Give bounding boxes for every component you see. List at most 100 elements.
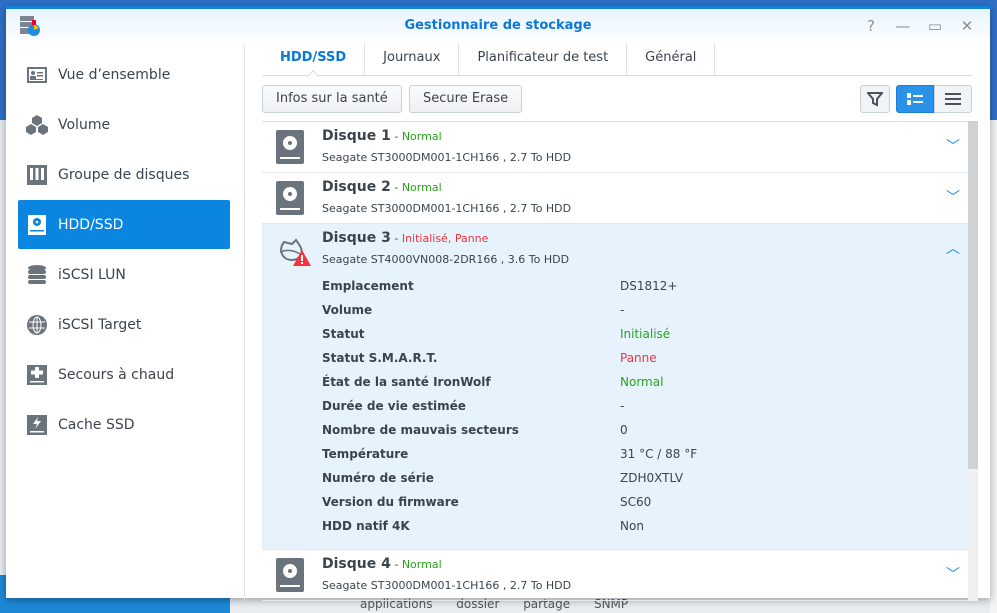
- close-button[interactable]: ✕: [958, 17, 976, 35]
- sidebar-item-label: HDD/SSD: [58, 216, 124, 233]
- sidebar-item-hot-spare[interactable]: Secours à chaud: [18, 350, 230, 399]
- detail-label: HDD natif 4K: [322, 519, 410, 533]
- tab-test-scheduler[interactable]: Planificateur de test: [459, 43, 628, 75]
- filter-button[interactable]: [860, 85, 890, 113]
- sidebar-item-label: iSCSI LUN: [58, 266, 126, 283]
- detail-label: État de la santé IronWolf: [322, 375, 491, 389]
- detail-value: Panne: [620, 351, 657, 365]
- detail-label: Statut S.M.A.R.T.: [322, 351, 438, 365]
- detail-row: Numéro de série ZDH0XTLV: [322, 471, 683, 485]
- disk-name: Disque 1: [322, 128, 391, 144]
- tab-general[interactable]: Général: [627, 43, 716, 75]
- detail-row: État de la santé IronWolf Normal: [322, 375, 663, 389]
- detail-row: Volume -: [322, 303, 624, 317]
- disk-list: Disque 1 - Normal Seagate ST3000DM001-1C…: [262, 121, 968, 601]
- sidebar-item-label: Secours à chaud: [58, 366, 175, 383]
- window-title: Gestionnaire de stockage: [404, 18, 592, 33]
- disk-row[interactable]: Disque 1 - Normal Seagate ST3000DM001-1C…: [262, 122, 968, 173]
- detail-row: Version du firmware SC60: [322, 495, 651, 509]
- sidebar-item-label: Vue d’ensemble: [58, 66, 171, 83]
- chevron-down-icon[interactable]: ﹀: [946, 136, 960, 156]
- sidebar-item-label: Groupe de disques: [58, 166, 190, 183]
- detail-value: -: [620, 303, 625, 317]
- disk-status: Normal: [401, 181, 442, 194]
- detail-row: Statut Initialisé: [322, 327, 670, 341]
- chevron-down-icon[interactable]: ﹀: [946, 187, 960, 207]
- sidebar-item-hdd-ssd[interactable]: HDD/SSD: [18, 200, 230, 249]
- hdd-icon: [28, 214, 46, 235]
- scrollbar-thumb[interactable]: [968, 121, 978, 469]
- desktop-background-right: [990, 120, 997, 613]
- sidebar-item-volume[interactable]: Volume: [18, 100, 230, 149]
- disk-model: Seagate ST3000DM001-1CH166 , 2.7 To HDD: [322, 579, 572, 592]
- sidebar: Vue d’ensemble Volume Groupe de disques …: [6, 45, 245, 601]
- tab-logs[interactable]: Journaux: [365, 43, 460, 75]
- sidebar-item-label: iSCSI Target: [58, 316, 142, 333]
- minimize-button[interactable]: —: [894, 17, 912, 35]
- seagate-warning-icon: [279, 238, 311, 266]
- disk-row[interactable]: Disque 4 - Normal Seagate ST3000DM001-1C…: [262, 550, 968, 601]
- detail-label: Volume: [322, 303, 373, 317]
- title-bar[interactable]: Gestionnaire de stockage ? — ▭ ✕: [6, 9, 990, 45]
- detail-value: Initialisé: [620, 327, 671, 341]
- compact-view-button[interactable]: [934, 85, 972, 113]
- sidebar-item-iscsi-target[interactable]: iSCSI Target: [18, 300, 230, 349]
- detail-label: Température: [322, 447, 409, 461]
- detail-label: Durée de vie estimée: [322, 399, 466, 413]
- detail-row: Température 31 °C / 88 °F: [322, 447, 697, 461]
- sidebar-item-iscsi-lun[interactable]: iSCSI LUN: [18, 250, 230, 299]
- detail-value: Normal: [620, 375, 664, 389]
- disk-row[interactable]: Disque 2 - Normal Seagate ST3000DM001-1C…: [262, 173, 968, 224]
- chevron-down-icon[interactable]: ﹀: [946, 564, 960, 584]
- detail-value: DS1812+: [620, 279, 678, 293]
- detail-row: Statut S.M.A.R.T. Panne: [322, 351, 657, 365]
- ssd-cache-icon: [27, 414, 47, 435]
- hdd-icon: [276, 130, 304, 164]
- globe-icon: [27, 314, 47, 335]
- tab-bar: HDD/SSD Journaux Planificateur de test G…: [262, 43, 972, 76]
- maximize-button[interactable]: ▭: [926, 17, 944, 35]
- secure-erase-button[interactable]: Secure Erase: [409, 85, 523, 113]
- hot-spare-icon: [27, 364, 47, 385]
- detail-label: Emplacement: [322, 279, 414, 293]
- chevron-up-icon[interactable]: ︿: [946, 238, 960, 258]
- detail-label: Numéro de série: [322, 471, 434, 485]
- hdd-icon: [276, 181, 304, 215]
- detail-label: Statut: [322, 327, 365, 341]
- detail-row: Emplacement DS1812+: [322, 279, 677, 293]
- disk-model: Seagate ST3000DM001-1CH166 , 2.7 To HDD: [322, 202, 572, 215]
- disk-model: Seagate ST4000VN008-2DR166 , 3.6 To HDD: [322, 253, 570, 266]
- health-info-button[interactable]: Infos sur la santé: [262, 85, 402, 113]
- sidebar-item-label: Volume: [58, 116, 111, 133]
- detail-label: Nombre de mauvais secteurs: [322, 423, 519, 437]
- filter-icon: [867, 92, 883, 107]
- disk-status: Normal: [401, 558, 442, 571]
- disk-name: Disque 4: [322, 556, 391, 572]
- detail-value: 31 °C / 88 °F: [620, 447, 698, 461]
- help-button[interactable]: ?: [862, 17, 880, 35]
- detail-list-icon: [907, 93, 923, 105]
- detail-view-button[interactable]: [896, 85, 934, 113]
- overview-icon: [27, 66, 47, 83]
- scrollbar[interactable]: [968, 121, 978, 601]
- disk-status: Normal: [401, 130, 442, 143]
- detail-value: -: [620, 399, 625, 413]
- disk-row-expanded[interactable]: Disque 3 - Initialisé, Panne Seagate ST4…: [262, 224, 968, 550]
- hdd-icon: [276, 558, 304, 592]
- cubes-icon: [26, 114, 48, 135]
- detail-row: HDD natif 4K Non: [322, 519, 644, 533]
- list-icon: [945, 93, 961, 105]
- sidebar-item-overview[interactable]: Vue d’ensemble: [18, 50, 230, 99]
- detail-row: Durée de vie estimée -: [322, 399, 624, 413]
- storage-manager-window: Gestionnaire de stockage ? — ▭ ✕ Vue d’e…: [6, 6, 990, 601]
- disk-model: Seagate ST3000DM001-1CH166 , 2.7 To HDD: [322, 151, 572, 164]
- sidebar-item-ssd-cache[interactable]: Cache SSD: [18, 400, 230, 449]
- detail-value: ZDH0XTLV: [620, 471, 684, 485]
- detail-label: Version du firmware: [322, 495, 459, 509]
- sidebar-item-disk-group[interactable]: Groupe de disques: [18, 150, 230, 199]
- disk-name: Disque 2: [322, 179, 391, 195]
- detail-value: Non: [620, 519, 644, 533]
- detail-row: Nombre de mauvais secteurs 0: [322, 423, 628, 437]
- detail-value: 0: [620, 423, 628, 437]
- tab-hdd-ssd[interactable]: HDD/SSD: [262, 43, 366, 75]
